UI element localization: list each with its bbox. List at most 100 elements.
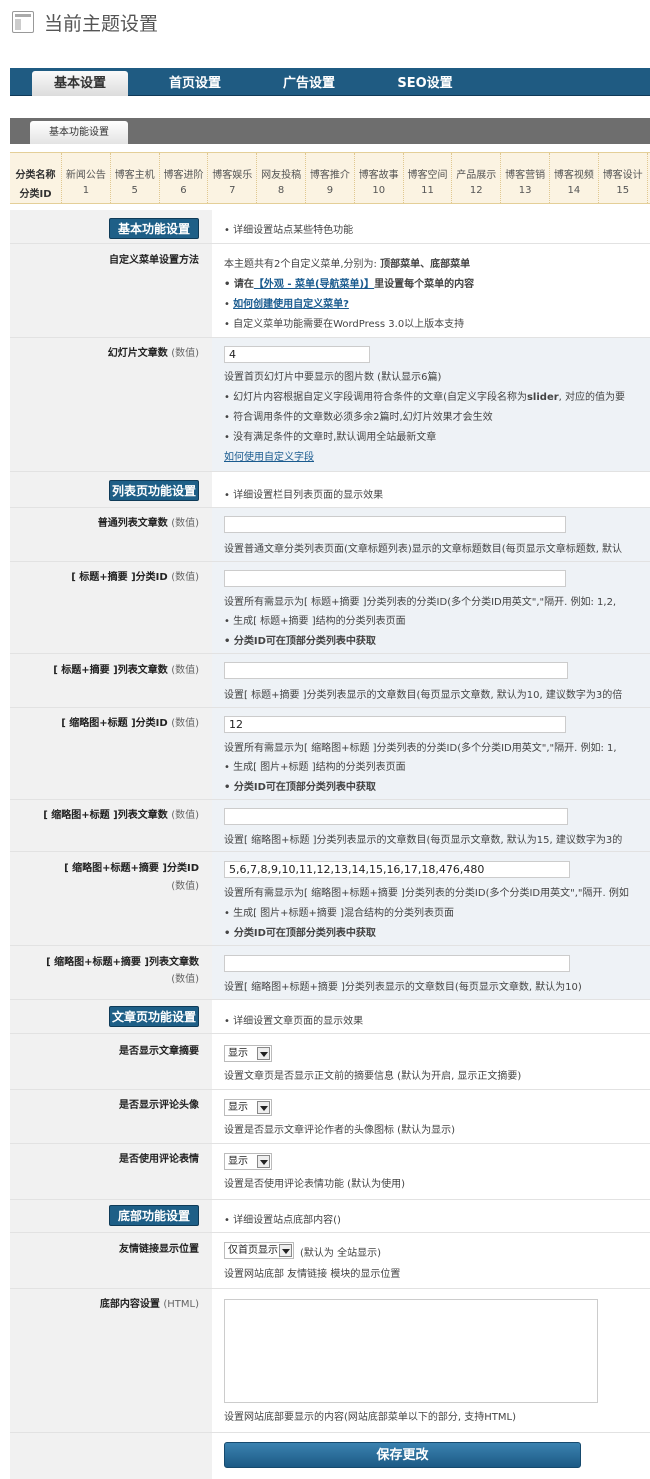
category-id: 10	[372, 185, 386, 196]
category-id: 13	[518, 185, 532, 196]
category-id: 6	[180, 185, 187, 196]
section-footer-desc: • 详细设置站点底部内容()	[224, 1215, 341, 1226]
show-avatar-label: 是否显示评论头像	[119, 1100, 199, 1111]
use-emoji-select[interactable]: 显示	[224, 1153, 272, 1170]
section-list-desc: • 详细设置栏目列表页面的显示效果	[224, 490, 384, 501]
thumb-title-ids-input[interactable]: 12	[224, 716, 566, 733]
category-id: 8	[277, 185, 285, 196]
category-name: 博客空间	[407, 170, 448, 181]
menu-howto-line: • 如何创建使用自定义菜单?	[224, 299, 349, 310]
section-list-button[interactable]: 列表页功能设置	[109, 480, 199, 501]
show-summary-desc: 设置文章页是否显示正文前的摘要信息 (默认为开启, 显示正文摘要)	[224, 1071, 522, 1082]
title-summary-ids-source-note: • 分类ID可在顶部分类列表中获取	[224, 636, 376, 647]
slider-count-label: 幻灯片文章数 (数值)	[107, 348, 199, 359]
category-name: 博客设计	[602, 170, 643, 181]
section-footer-button[interactable]: 底部功能设置	[109, 1205, 199, 1226]
normal-list-count-input[interactable]	[224, 516, 566, 533]
slider-field-note: • 幻灯片内容根据自定义字段调用符合条件的文章(自定义字段名称为slider, …	[224, 392, 626, 403]
category-name: 博客故事	[358, 170, 399, 181]
footer-content-textarea[interactable]	[224, 1299, 598, 1403]
show-summary-select[interactable]: 显示	[224, 1045, 272, 1062]
category-id: 11	[421, 185, 434, 196]
category-id: 1	[82, 185, 90, 196]
title-summary-ids-label: [ 标题+摘要 ]分类ID (数值)	[71, 572, 199, 583]
section-article-button[interactable]: 文章页功能设置	[109, 1006, 199, 1027]
thumb-title-summary-ids-source-note: • 分类ID可在顶部分类列表中获取	[224, 928, 376, 939]
slider-default-note: • 没有满足条件的文章时,默认调用全站最新文章	[224, 432, 437, 443]
category-column: 博客空间 11	[404, 153, 453, 203]
title-summary-count-label: [ 标题+摘要 ]列表文章数 (数值)	[53, 665, 199, 676]
links-position-label: 友情链接显示位置	[119, 1244, 199, 1255]
sub-tabs: 基本功能设置	[10, 118, 650, 144]
howto-custom-menu-link[interactable]: 如何创建使用自定义菜单?	[233, 299, 349, 310]
category-column: 博客视频 14	[550, 153, 599, 203]
links-position-select[interactable]: 仅首页显示	[224, 1242, 294, 1259]
menu-info-line: 本主题共有2个自定义菜单,分别为: 顶部菜单、底部菜单	[224, 259, 471, 270]
category-name-header: 分类名称	[15, 170, 56, 181]
row-title-summary-ids: [ 标题+摘要 ]分类ID (数值) 设置所有需显示为[ 标题+摘要 ]分类列表…	[10, 562, 650, 654]
tab-basic[interactable]: 基本设置	[32, 71, 128, 96]
row-thumb-title-ids: [ 缩略图+标题 ]分类ID (数值) 12 设置所有需显示为[ 缩略图+标题 …	[10, 708, 650, 800]
footer-content-label: 底部内容设置 (HTML)	[99, 1299, 199, 1310]
thumb-title-summary-count-tag: (数值)	[171, 974, 199, 985]
thumb-title-summary-ids-input[interactable]: 5,6,7,8,9,10,11,12,13,14,15,16,17,18,476…	[224, 861, 570, 878]
tab-home[interactable]: 首页设置	[148, 71, 242, 96]
slider-desc: 设置首页幻灯片中要显示的图片数 (默认显示6篇)	[224, 372, 442, 383]
title-bar: 当前主题设置	[0, 0, 650, 50]
category-column: 博客进阶 6	[160, 153, 209, 203]
howto-custom-field-link[interactable]: 如何使用自定义字段	[224, 448, 314, 463]
thumb-title-count-desc: 设置[ 缩略图+标题 ]分类列表显示的文章数目(每页显示文章数, 默认为15, …	[224, 835, 623, 846]
category-column: 博客娱乐 7	[208, 153, 258, 203]
row-save: 保存更改	[10, 1433, 650, 1479]
row-thumb-title-summary-count: [ 缩略图+标题+摘要 ]列表文章数 (数值) 设置[ 缩略图+标题+摘要 ]分…	[10, 946, 650, 1000]
category-name: 博客推介	[309, 170, 350, 181]
page-title: 当前主题设置	[44, 13, 159, 35]
main-tabs: 基本设置 首页设置 广告设置 SEO设置	[10, 68, 650, 96]
thumb-title-summary-count-input[interactable]	[224, 955, 570, 972]
category-name: 博客娱乐	[212, 170, 253, 181]
thumb-title-ids-source-note: • 分类ID可在顶部分类列表中获取	[224, 782, 376, 793]
thumb-title-count-input[interactable]	[224, 808, 568, 825]
show-avatar-desc: 设置是否显示文章评论作者的头像图标 (默认为显示)	[224, 1125, 455, 1136]
category-id: 5	[131, 185, 138, 196]
tab-ads[interactable]: 广告设置	[262, 71, 356, 96]
subtab-basic-functions[interactable]: 基本功能设置	[30, 121, 128, 144]
normal-list-count-desc: 设置普通文章分类列表页面(文章标题列表)显示的文章标题数目(每页显示文章标题数,…	[224, 544, 623, 555]
save-button[interactable]: 保存更改	[224, 1442, 581, 1468]
row-thumb-title-count: [ 缩略图+标题 ]列表文章数 (数值) 设置[ 缩略图+标题 ]分类列表显示的…	[10, 800, 650, 852]
appearance-menu-link[interactable]: 【外观 - 菜单(导航菜单)】	[254, 279, 374, 290]
category-column: 产品展示 12	[452, 153, 502, 203]
section-basic: 基本功能设置 • 详细设置站点某些特色功能	[10, 210, 650, 244]
thumb-title-ids-label: [ 缩略图+标题 ]分类ID (数值)	[61, 718, 199, 729]
category-name: 新闻公告	[65, 170, 106, 181]
category-header-column: 分类名称 分类ID	[10, 153, 62, 203]
thumb-title-summary-count-label: [ 缩略图+标题+摘要 ]列表文章数	[46, 957, 199, 968]
category-id: 9	[326, 185, 334, 196]
category-name: 博客进阶	[163, 170, 204, 181]
tab-seo[interactable]: SEO设置	[378, 71, 472, 96]
row-slider-count: 幻灯片文章数 (数值) 4 设置首页幻灯片中要显示的图片数 (默认显示6篇) •…	[10, 338, 650, 472]
normal-list-count-label: 普通列表文章数 (数值)	[97, 518, 199, 529]
menu-settings-line: • 请在【外观 - 菜单(导航菜单)】里设置每个菜单的内容	[224, 279, 475, 290]
chevron-down-icon	[257, 1155, 270, 1168]
thumb-title-count-label: [ 缩略图+标题 ]列表文章数 (数值)	[43, 810, 199, 821]
use-emoji-desc: 设置是否使用评论表情功能 (默认为使用)	[224, 1179, 405, 1190]
title-summary-ids-input[interactable]	[224, 570, 566, 587]
show-avatar-select[interactable]: 显示	[224, 1099, 272, 1116]
slider-count-input[interactable]: 4	[224, 346, 370, 363]
thumb-title-ids-desc: 设置所有需显示为[ 缩略图+标题 ]分类列表的分类ID(多个分类ID用英文","…	[224, 743, 617, 754]
settings-page-icon	[12, 11, 34, 33]
category-column: 博客主机 5	[111, 153, 160, 203]
category-id: 14	[567, 185, 581, 196]
category-column: 博客故事 10	[355, 153, 404, 203]
thumb-title-summary-ids-note: • 生成[ 图片+标题+摘要 ]混合结构的分类列表页面	[224, 908, 454, 919]
category-name: 产品展示	[456, 170, 497, 181]
title-summary-count-input[interactable]	[224, 662, 568, 679]
category-id-header: 分类ID	[19, 189, 52, 200]
thumb-title-summary-ids-label: [ 缩略图+标题+摘要 ]分类ID	[64, 863, 199, 874]
section-basic-desc: • 详细设置站点某些特色功能	[224, 225, 354, 236]
row-footer-content: 底部内容设置 (HTML) 设置网站底部要显示的内容(网站底部菜单以下的部分, …	[10, 1289, 650, 1433]
section-basic-button[interactable]: 基本功能设置	[109, 218, 199, 239]
thumb-title-ids-note: • 生成[ 图片+标题 ]结构的分类列表页面	[224, 762, 406, 773]
title-summary-ids-note: • 生成[ 标题+摘要 ]结构的分类列表页面	[224, 616, 406, 627]
